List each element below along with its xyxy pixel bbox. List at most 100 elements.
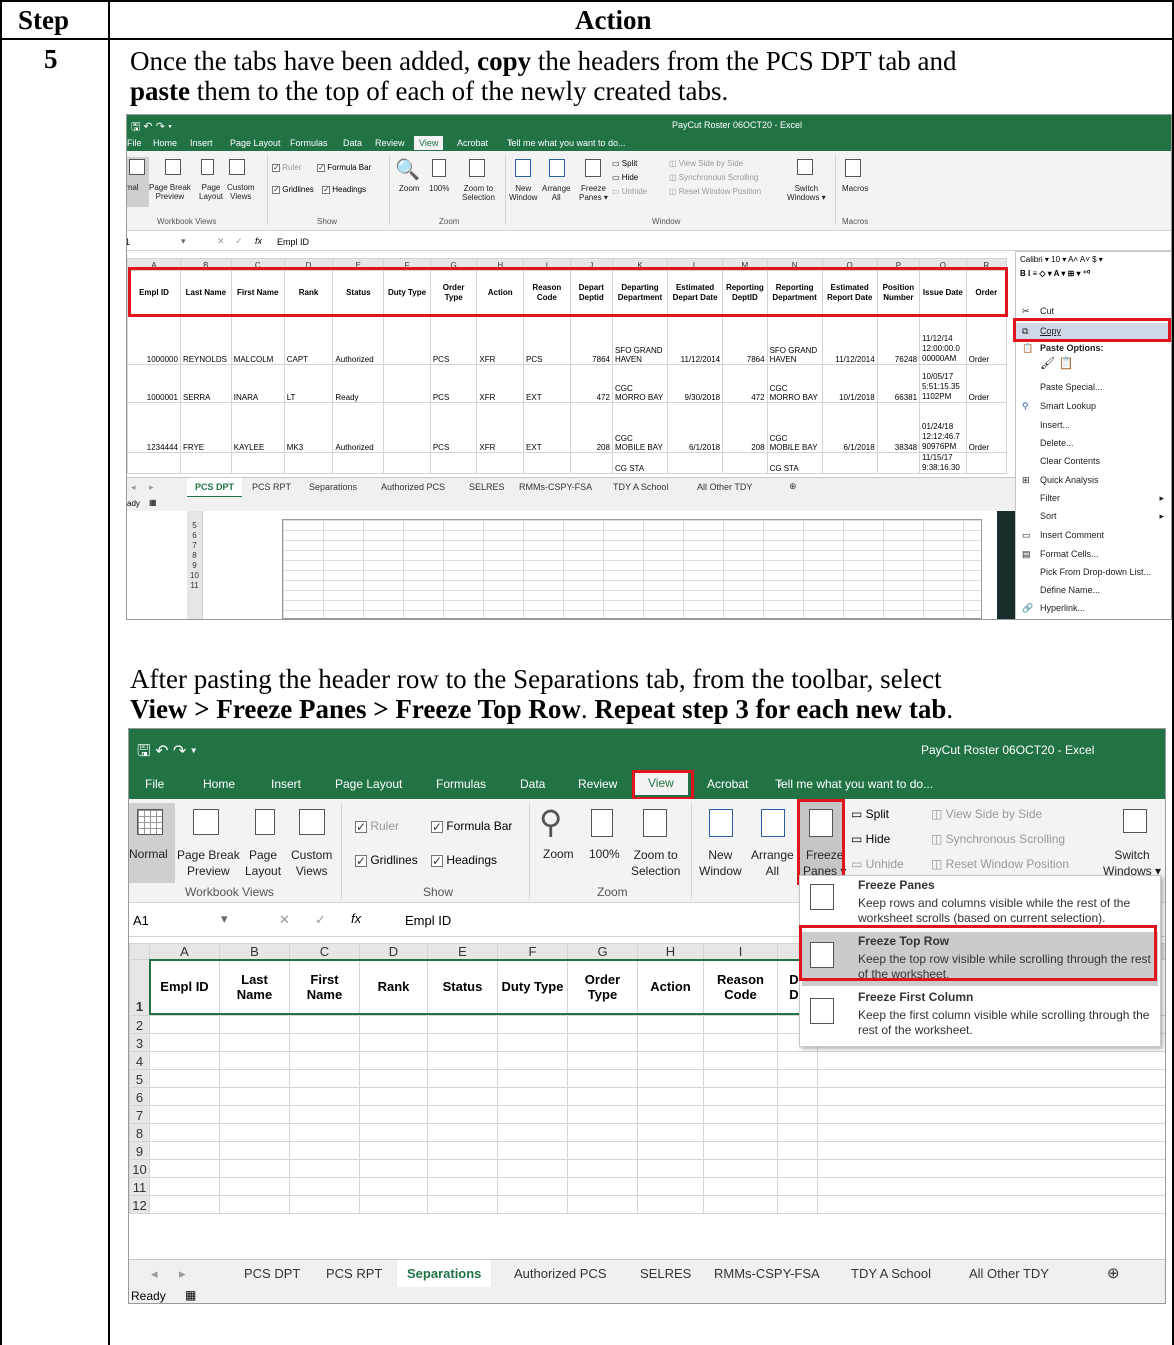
tab-scroll-left-icon[interactable]: ◂ <box>131 482 136 493</box>
menu-page-layout[interactable]: Page Layout <box>230 138 281 148</box>
cell[interactable] <box>283 452 334 474</box>
tab-pcs-rpt[interactable]: PCS RPT <box>326 1266 382 1281</box>
cell[interactable] <box>667 452 724 474</box>
cell[interactable] <box>965 452 1008 474</box>
page-break-preview-button[interactable]: Page Break Preview <box>177 847 240 879</box>
tab-rmms-cspy-fsa[interactable]: RMMs-CSPY-FSA <box>519 482 592 492</box>
cell[interactable]: SFO GRAND HAVEN <box>611 314 669 365</box>
row-number[interactable]: 10 <box>129 1159 150 1178</box>
row-number[interactable]: 4 <box>129 1051 150 1070</box>
cell[interactable]: Authorized <box>332 402 385 453</box>
cell[interactable]: PCS <box>523 314 571 365</box>
menu-item-cut[interactable]: ✂ Cut <box>1016 306 1171 316</box>
cancel-icon[interactable]: ✕ <box>279 912 290 928</box>
split-button[interactable]: ▭ Split <box>612 159 637 168</box>
tab-selres[interactable]: SELRES <box>640 1266 691 1281</box>
name-box[interactable]: 1 <box>127 237 130 247</box>
tab-all-other-tdy[interactable]: All Other TDY <box>697 482 752 492</box>
view-side-by-side-button[interactable]: ◫ View Side by Side <box>669 159 743 168</box>
cell[interactable]: 01/24/18 12:12:46.7 90976PM <box>919 402 967 453</box>
cell[interactable]: CGC MOBILE BAY <box>611 402 669 453</box>
cell[interactable] <box>332 452 385 474</box>
synchronous-scrolling-button[interactable]: ◫ Synchronous Scrolling <box>931 832 1065 846</box>
cell[interactable]: REYNOLDS <box>179 314 232 365</box>
menu-item-paste-special[interactable]: Paste Special... <box>1016 382 1171 392</box>
macros-button[interactable]: Macros <box>842 184 868 193</box>
cell[interactable]: XFR <box>476 314 525 365</box>
page-break-preview-button[interactable]: Page Break Preview <box>149 183 191 201</box>
cell[interactable] <box>383 364 431 403</box>
menu-item-delete[interactable]: Delete... <box>1016 438 1171 448</box>
cell[interactable]: 66381 <box>876 364 921 403</box>
cell[interactable]: Authorized <box>332 314 385 365</box>
cell[interactable]: 11/15/17 9:38:16.30 <box>919 452 967 474</box>
menu-formulas[interactable]: Formulas <box>436 777 486 791</box>
formula-input[interactable]: Empl ID <box>405 913 451 928</box>
cell[interactable]: FRYE <box>179 402 232 453</box>
formula-bar-checkbox[interactable]: Formula Bar <box>431 819 512 834</box>
menu-data[interactable]: Data <box>520 777 545 791</box>
cell[interactable]: 11/12/14 12:00:00.0 00000AM <box>919 314 967 365</box>
cell[interactable]: SFO GRAND HAVEN <box>766 314 823 365</box>
freeze-panes-option-title[interactable]: Freeze Panes <box>858 878 935 892</box>
row-number[interactable]: 6 <box>129 1087 150 1106</box>
menu-home[interactable]: Home <box>153 138 177 148</box>
zoom-button[interactable]: Zoom <box>543 847 574 861</box>
unhide-button[interactable]: ▭ Unhide <box>612 187 647 196</box>
ruler-checkbox[interactable]: Ruler <box>272 163 301 172</box>
cell[interactable]: XFR <box>476 364 525 403</box>
cell[interactable]: Order <box>965 364 1008 403</box>
cell[interactable]: 1000000 <box>127 314 181 365</box>
column-header[interactable]: C <box>289 943 360 960</box>
cell[interactable]: 10/05/17 5:51:15.35 1102PM <box>919 364 967 403</box>
zoom-button[interactable]: Zoom <box>399 184 419 193</box>
menu-file[interactable]: File <box>127 138 142 148</box>
menu-file[interactable]: File <box>145 777 164 791</box>
tab-rmms-cspy-fsa[interactable]: RMMs-CSPY-FSA <box>714 1266 820 1281</box>
page-layout-button[interactable]: Page Layout <box>245 847 281 879</box>
cell[interactable]: CG STA <box>611 452 669 474</box>
cell[interactable]: 6/1/2018 <box>667 402 724 453</box>
gridlines-checkbox[interactable]: Gridlines <box>355 853 418 868</box>
cell[interactable]: PCS <box>429 364 478 403</box>
cell[interactable]: CG STA <box>766 452 823 474</box>
cell[interactable]: 1000001 <box>127 364 181 403</box>
tab-selres[interactable]: SELRES <box>469 482 505 492</box>
cell[interactable]: PCS <box>429 314 478 365</box>
tab-pcs-rpt[interactable]: PCS RPT <box>252 482 291 492</box>
menu-item-format-cells[interactable]: ▤ Format Cells... <box>1016 549 1171 559</box>
cell[interactable]: CAPT <box>283 314 334 365</box>
cell[interactable] <box>179 452 232 474</box>
custom-views-button[interactable]: Custom Views <box>291 847 332 879</box>
cell[interactable] <box>821 452 878 474</box>
cell[interactable]: XFR <box>476 402 525 453</box>
row-number[interactable]: 3 <box>129 1033 150 1052</box>
menu-acrobat[interactable]: Acrobat <box>707 777 748 791</box>
menu-item-smart-lookup[interactable]: ⚲ Smart Lookup <box>1016 401 1171 411</box>
menu-formulas[interactable]: Formulas <box>290 138 328 148</box>
formula-input[interactable]: Empl ID <box>277 237 309 247</box>
menu-acrobat[interactable]: Acrobat <box>457 138 488 148</box>
cell[interactable]: 38348 <box>876 402 921 453</box>
menu-view[interactable]: View <box>414 136 444 150</box>
zoom-100-button[interactable]: 100% <box>429 184 449 193</box>
mini-toolbar-format[interactable]: B I ≡ ◇ ▾ A ▾ ⊞ ▾ ⁺⁰ <box>1020 269 1090 278</box>
menu-item-quick-analysis[interactable]: ⊞ Quick Analysis <box>1016 475 1171 485</box>
cell[interactable] <box>876 452 921 474</box>
cell[interactable] <box>476 452 525 474</box>
row-number[interactable]: 2 <box>129 1015 150 1034</box>
tab-authorized-pcs[interactable]: Authorized PCS <box>381 482 445 492</box>
headings-checkbox[interactable]: Headings <box>322 185 366 194</box>
name-box-dropdown-icon[interactable]: ▾ <box>181 236 186 247</box>
arrange-all-button[interactable]: Arrange All <box>751 847 794 879</box>
headings-checkbox[interactable]: Headings <box>431 853 497 868</box>
column-header[interactable]: D <box>359 943 428 960</box>
menu-item-insert-comment[interactable]: ▭ Insert Comment <box>1016 530 1171 540</box>
cell[interactable]: PCS <box>429 402 478 453</box>
tab-scroll-right-icon[interactable]: ▸ <box>179 1266 186 1282</box>
menu-item-insert[interactable]: Insert... <box>1016 420 1171 430</box>
cell[interactable] <box>429 452 478 474</box>
menu-insert[interactable]: Insert <box>271 777 301 791</box>
enter-icon[interactable]: ✓ <box>235 236 243 247</box>
cell[interactable]: 472 <box>569 364 613 403</box>
